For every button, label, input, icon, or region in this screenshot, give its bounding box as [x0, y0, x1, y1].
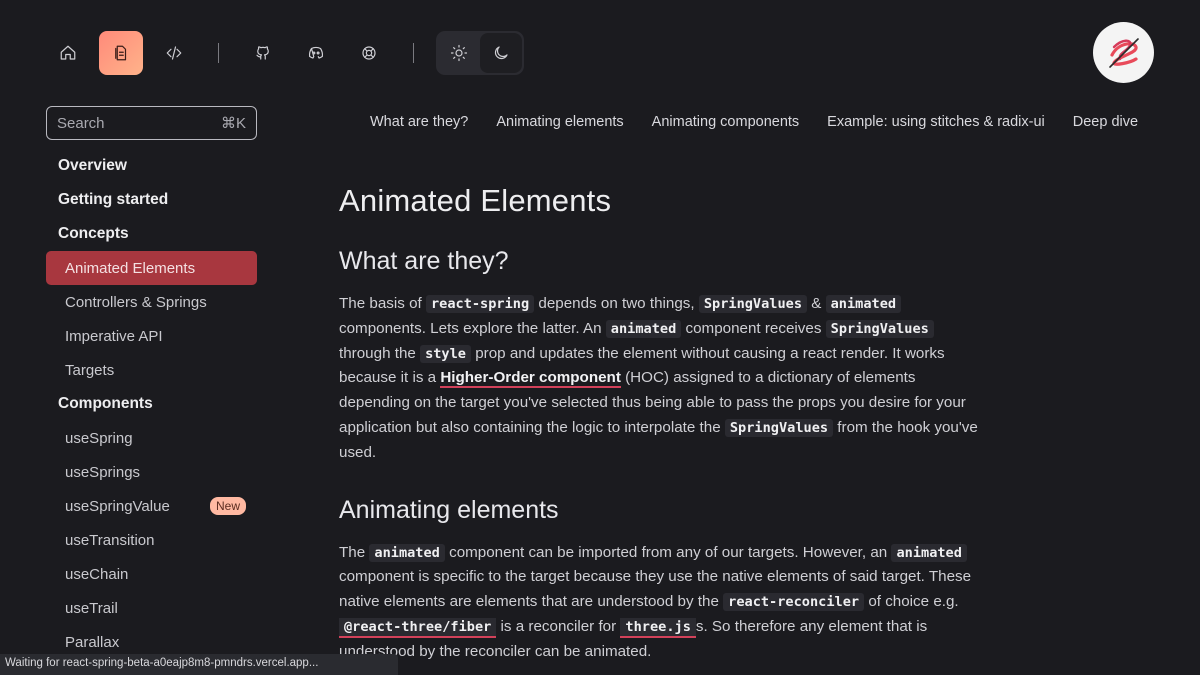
sidebar-item-usespringvalue[interactable]: useSpringValue New: [46, 489, 257, 523]
sidebar-section-components[interactable]: Components: [46, 387, 257, 421]
sidebar-section-concepts[interactable]: Concepts: [46, 217, 257, 251]
sidebar-item-label: useSpringValue: [65, 497, 170, 515]
sidebar-item-getting-started[interactable]: Getting started: [46, 183, 257, 217]
threejs-link[interactable]: three.js: [620, 617, 696, 638]
tab-example-stitches-radix[interactable]: Example: using stitches & radix-ui: [827, 114, 1045, 130]
inline-code: SpringValues: [698, 295, 808, 313]
dark-theme-button[interactable]: [480, 33, 522, 73]
text: through the: [339, 344, 421, 362]
react-three-fiber-link[interactable]: @react-three/fiber: [339, 617, 497, 638]
inline-code: style: [420, 344, 471, 363]
inline-code: animated: [891, 543, 967, 562]
inline-code: animated: [605, 319, 682, 338]
text: is a reconciler for: [496, 617, 621, 635]
theme-toggle: [436, 31, 524, 75]
inline-code: SpringValues: [724, 418, 834, 437]
help-button[interactable]: [347, 31, 391, 75]
sidebar-item-usechain[interactable]: useChain: [46, 557, 257, 591]
higher-order-component-link[interactable]: Higher-Order component: [440, 369, 621, 389]
sidebar-item-usespring[interactable]: useSpring: [46, 421, 257, 455]
inline-code: animated: [369, 543, 445, 562]
home-button[interactable]: [46, 31, 90, 75]
paragraph-what-are-they: The basis of react-spring depends on two…: [339, 292, 989, 466]
inline-code: SpringValues: [825, 319, 934, 338]
sidebar-item-targets[interactable]: Targets: [46, 353, 257, 387]
text: of choice e.g.: [864, 593, 959, 611]
paragraph-animating-elements: The animated component can be imported f…: [339, 541, 989, 665]
sidebar-item-imperative-api[interactable]: Imperative API: [46, 319, 257, 353]
inline-code: react-reconciler: [723, 593, 865, 612]
new-badge: New: [209, 497, 246, 515]
section-heading-what-are-they: What are they?: [339, 247, 509, 275]
github-button[interactable]: [241, 31, 285, 75]
sidebar-item-animated-elements[interactable]: Animated Elements: [46, 251, 257, 285]
code-button[interactable]: [152, 31, 196, 75]
docs-button[interactable]: [99, 31, 143, 75]
section-heading-animating-elements: Animating elements: [339, 495, 559, 524]
moon-icon: [494, 46, 508, 60]
page-section-tabs: What are they? Animating elements Animat…: [370, 114, 1166, 130]
inline-code: react-spring: [425, 295, 535, 313]
toolbar-divider: [413, 43, 414, 63]
main-content: Animated Elements What are they? The bas…: [339, 183, 989, 675]
text: components. Lets explore the latter. An: [339, 319, 606, 337]
lifebuoy-icon: [362, 46, 376, 60]
docs-icon: [115, 45, 127, 61]
text: The basis of: [339, 295, 426, 312]
page-title: Animated Elements: [339, 183, 612, 218]
text: component can be imported from any of ou…: [444, 543, 892, 561]
code-icon: [166, 46, 182, 60]
sidebar-item-usesprings[interactable]: useSprings: [46, 455, 257, 489]
search-input[interactable]: Search ⌘K: [46, 106, 257, 140]
discord-button[interactable]: [294, 31, 338, 75]
toolbar-divider: [218, 43, 219, 63]
top-toolbar: [46, 30, 524, 76]
discord-icon: [308, 46, 324, 59]
sidebar-item-usetrail[interactable]: useTrail: [46, 591, 257, 625]
browser-status-bar: Waiting for react-spring-beta-a0eajp8m8-…: [0, 654, 398, 675]
search-shortcut: ⌘K: [220, 115, 246, 132]
text: component receives: [681, 319, 826, 337]
sidebar-item-controllers-springs[interactable]: Controllers & Springs: [46, 285, 257, 319]
sidebar-item-overview[interactable]: Overview: [46, 149, 257, 183]
home-icon: [60, 45, 76, 60]
sidebar-nav: Overview Getting started Concepts Animat…: [46, 149, 257, 659]
github-icon: [256, 46, 269, 60]
sidebar-item-usetransition[interactable]: useTransition: [46, 523, 257, 557]
text: &: [807, 295, 826, 312]
sun-icon: [450, 44, 468, 62]
tab-animating-elements[interactable]: Animating elements: [496, 114, 623, 130]
tab-deep-dive[interactable]: Deep dive: [1073, 114, 1138, 130]
tab-what-are-they[interactable]: What are they?: [370, 114, 468, 130]
scribble-logo-icon: [1108, 37, 1139, 68]
react-spring-logo[interactable]: [1093, 22, 1154, 83]
inline-code: animated: [825, 295, 902, 313]
light-theme-button[interactable]: [438, 33, 480, 73]
search-placeholder: Search: [57, 114, 105, 132]
text: depends on two things,: [534, 295, 699, 312]
text: The: [339, 543, 370, 561]
tab-animating-components[interactable]: Animating components: [652, 114, 800, 130]
